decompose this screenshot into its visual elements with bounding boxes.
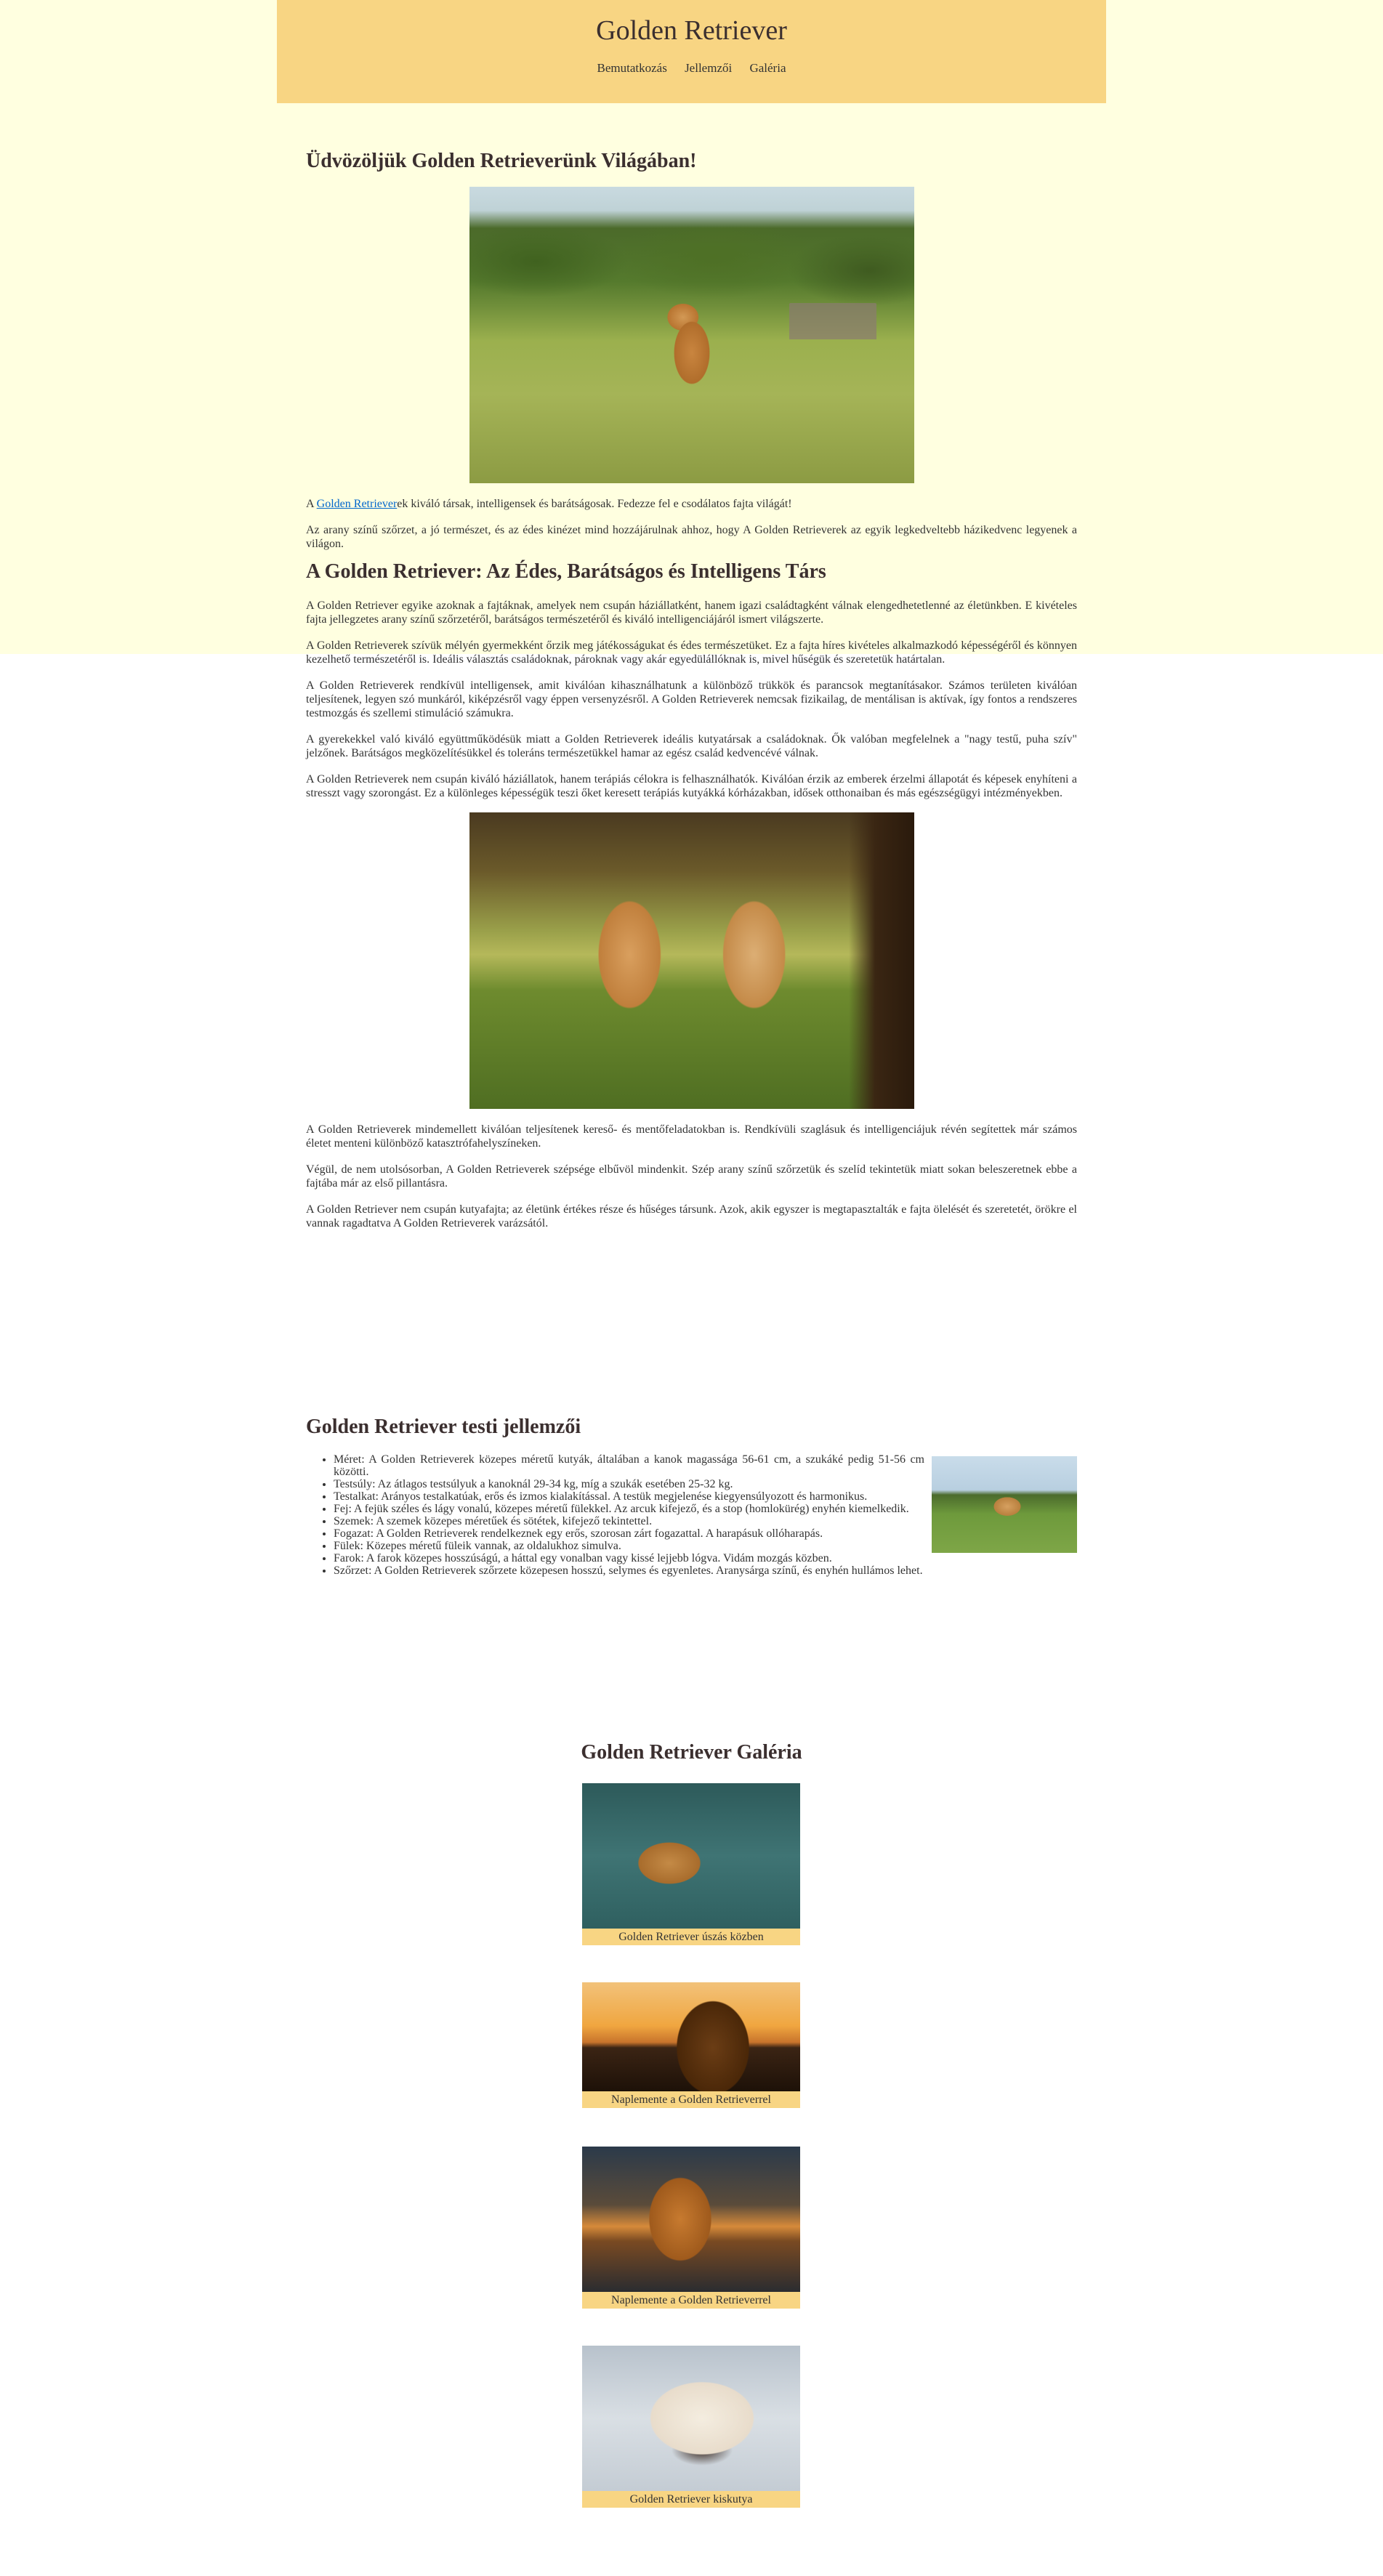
nav-link-bemutatkozas[interactable]: Bemutatkozás [597,61,667,75]
gallery-image-sunset-water[interactable] [582,2147,800,2292]
nav-link-jellemzoi[interactable]: Jellemzői [685,61,732,75]
traits-section: Golden Retriever testi jellemzői Méret: … [306,1416,1077,1577]
about-paragraph: A Golden Retrieverek szívük mélyén gyerm… [306,639,1077,666]
about-paragraph: A Golden Retriever egyike azoknak a fajt… [306,599,1077,626]
about-paragraph: Végül, de nem utolsósorban, A Golden Ret… [306,1163,1077,1190]
about-paragraph: A Golden Retriever nem csupán kutyafajta… [306,1203,1077,1230]
gallery-item[interactable]: Naplemente a Golden Retrieverrel [582,1982,800,2108]
dog-running-photo [932,1456,1077,1553]
gallery-caption: Golden Retriever kiskutya [582,2491,800,2508]
two-dogs-photo [469,812,914,1109]
gallery-item[interactable]: Naplemente a Golden Retrieverrel [582,2147,800,2309]
trait-item: Testsúly: Az átlagos testsúlyuk a kanokn… [334,1478,924,1490]
gallery-image-swimming[interactable] [582,1783,800,1929]
main-content: Üdvözöljük Golden Retrieverünk Világában… [306,145,1077,1243]
site-header: Golden Retriever Bemutatkozás Jellemzői … [277,0,1106,103]
main-nav: Bemutatkozás Jellemzői Galéria [277,61,1106,76]
gallery-caption: Naplemente a Golden Retrieverrel [582,2292,800,2309]
nav-link-galeria[interactable]: Galéria [749,61,786,75]
hero-dog-photo [469,187,914,483]
trait-item: Méret: A Golden Retrieverek közepes mére… [334,1453,924,1478]
about-paragraph: A Golden Retrieverek rendkívül intellige… [306,679,1077,719]
trait-item: Szőrzet: A Golden Retrieverek szőrzete k… [334,1564,1077,1577]
gallery-heading: Golden Retriever Galéria [581,1741,802,1764]
site-title: Golden Retriever [596,15,787,46]
gallery-section: Golden Retriever Galéria Golden Retrieve… [306,1741,1077,2508]
about-heading: A Golden Retriever: Az Édes, Barátságos … [306,560,826,583]
traits-heading: Golden Retriever testi jellemzői [306,1416,581,1438]
intro-paragraph-1: A Golden Retrieverek kiváló társak, inte… [306,498,792,510]
gallery-image-puppy[interactable] [582,2346,800,2491]
intro-heading: Üdvözöljük Golden Retrieverünk Világában… [306,150,697,172]
gallery-image-sunset[interactable] [582,1982,800,2091]
trait-item: Farok: A farok közepes hosszúságú, a hát… [334,1552,1077,1564]
gallery-caption: Golden Retriever úszás közben [582,1929,800,1945]
gallery-item[interactable]: Golden Retriever kiskutya [582,2346,800,2508]
about-paragraph: A gyerekekkel való kiváló együttműködésü… [306,733,1077,759]
intro-paragraph-2: Az arany színű szőrzet, a jó természet, … [306,524,1077,550]
trait-item: Testalkat: Arányos testalkatúak, erős és… [334,1490,924,1503]
gallery-item[interactable]: Golden Retriever úszás közben [582,1783,800,1945]
about-section: A Golden Retriever: Az Édes, Barátságos … [306,560,1077,1230]
intro-section: Üdvözöljük Golden Retrieverünk Világában… [306,150,1077,551]
gallery-caption: Naplemente a Golden Retrieverrel [582,2091,800,2108]
golden-retriever-link[interactable]: Golden Retriever [317,498,398,510]
about-paragraph: A Golden Retrieverek nem csupán kiváló h… [306,773,1077,799]
about-paragraph: A Golden Retrieverek mindemellett kiváló… [306,1123,1077,1150]
trait-item: Fej: A fejük széles és lágy vonalú, köze… [334,1503,924,1515]
